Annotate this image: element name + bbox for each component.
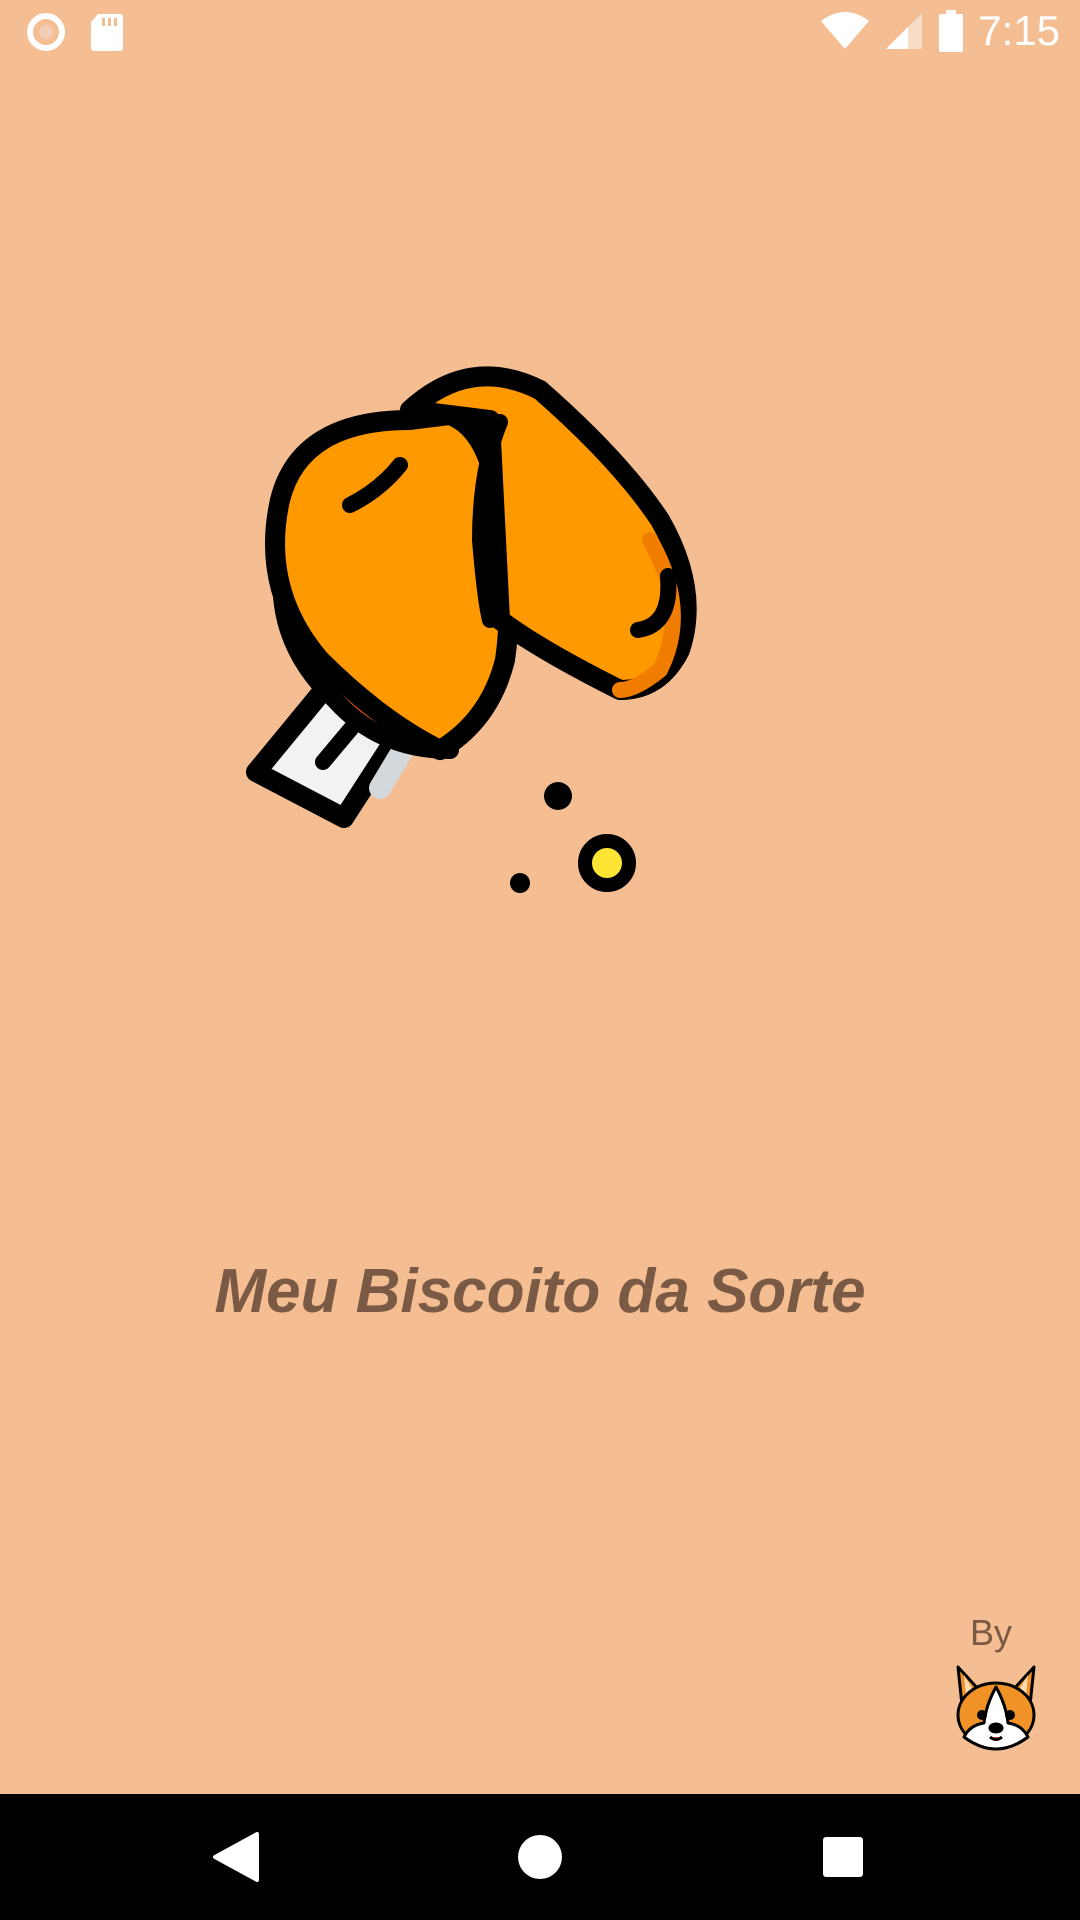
corgi-icon (956, 1665, 1036, 1751)
status-bar: 7:15 (0, 0, 1080, 63)
battery-icon (939, 10, 964, 52)
by-label: By (970, 1612, 1013, 1653)
signal-icon (886, 13, 923, 49)
fortune-cookie-icon (246, 366, 697, 893)
nav-bar (0, 1794, 1080, 1920)
app-title: Meu Biscoito da Sorte (214, 1257, 866, 1326)
sd-card-icon (91, 14, 123, 51)
status-time: 7:15 (978, 7, 1060, 54)
recents-icon[interactable] (810, 1824, 876, 1890)
back-icon[interactable] (203, 1824, 269, 1890)
wifi-icon (821, 12, 870, 49)
home-icon[interactable] (507, 1824, 573, 1890)
record-icon (27, 13, 65, 51)
